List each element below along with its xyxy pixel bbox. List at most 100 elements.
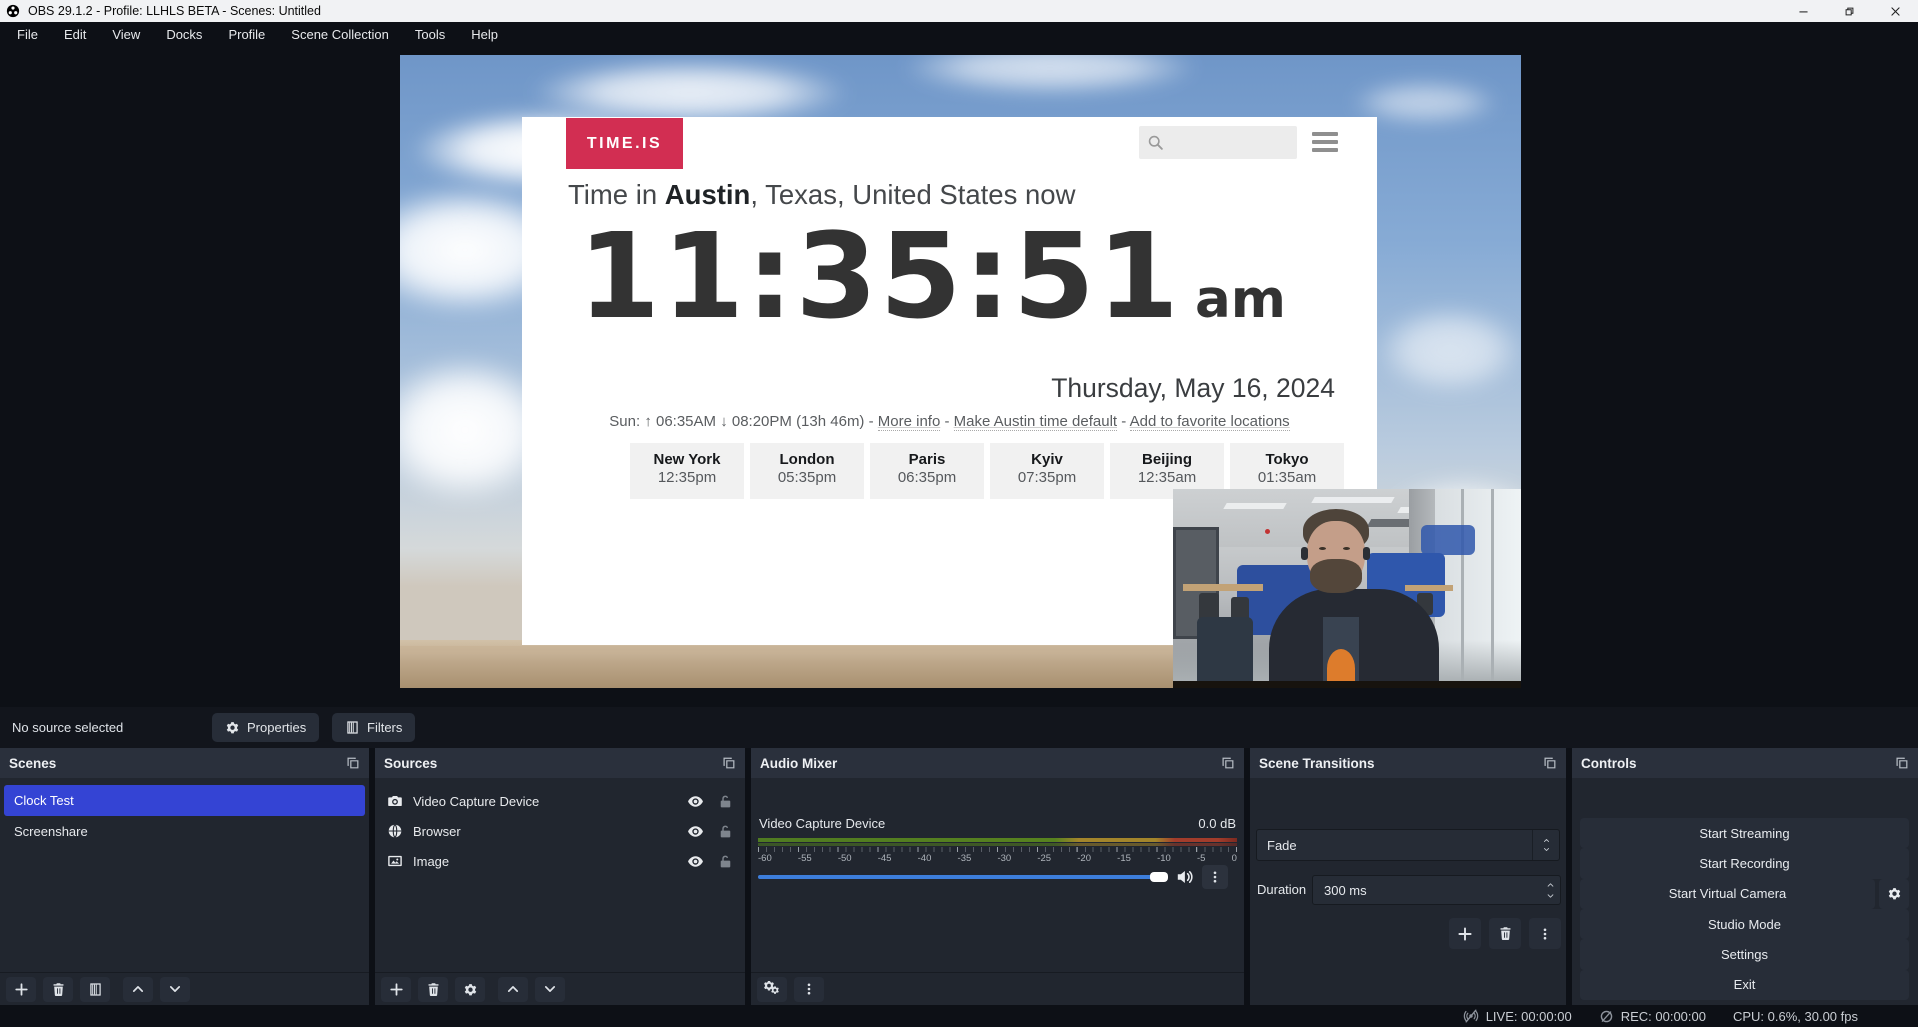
menu-item[interactable]: Docks — [153, 22, 215, 47]
source-properties-button[interactable] — [455, 977, 485, 1002]
properties-button[interactable]: Properties — [212, 713, 319, 742]
make-default-link[interactable]: Make Austin time default — [954, 413, 1117, 431]
add-transition-button[interactable] — [1449, 918, 1481, 949]
menu-item[interactable]: View — [99, 22, 153, 47]
chevron-down-icon[interactable] — [1545, 892, 1556, 900]
transition-menu-button[interactable] — [1529, 918, 1561, 949]
popout-icon[interactable] — [1221, 756, 1235, 770]
add-source-button[interactable] — [381, 977, 411, 1002]
program-preview[interactable]: TIME.IS Time in Austin, Texas, United St… — [400, 55, 1521, 688]
meter-tick-label: -55 — [798, 853, 812, 864]
source-move-down-button[interactable] — [535, 977, 565, 1002]
advanced-audio-button[interactable] — [757, 977, 787, 1002]
meridiem: am — [1195, 269, 1286, 330]
city-card[interactable]: New York 12:35pm — [630, 443, 744, 499]
restore-button[interactable] — [1826, 0, 1872, 22]
virtual-camera-config-button[interactable] — [1879, 879, 1909, 909]
speaker-icon[interactable] — [1176, 868, 1194, 886]
trash-icon — [51, 982, 66, 997]
city-card-name: New York — [630, 451, 744, 468]
cloud — [530, 60, 850, 125]
add-favorite-link[interactable]: Add to favorite locations — [1130, 413, 1290, 431]
duration-spinbox[interactable]: 300 ms — [1312, 875, 1561, 905]
earbud — [1363, 547, 1370, 560]
menu-item[interactable]: Tools — [402, 22, 458, 47]
transition-select[interactable]: Fade — [1256, 829, 1560, 861]
menu-item[interactable]: Edit — [51, 22, 99, 47]
system-stats: CPU: 0.6%, 30.00 fps — [1733, 1009, 1858, 1024]
exit-button[interactable]: Exit — [1580, 970, 1909, 1000]
city-card-time: 12:35am — [1110, 469, 1224, 486]
chevron-down-icon — [1542, 846, 1551, 853]
controls-panel: Controls Start Streaming Start Recording… — [1572, 748, 1918, 1005]
eye-icon[interactable] — [687, 853, 704, 870]
filter-icon — [345, 720, 360, 735]
minimize-button[interactable] — [1780, 0, 1826, 22]
city-card-name: Tokyo — [1230, 451, 1344, 468]
settings-button[interactable]: Settings — [1580, 939, 1909, 969]
start-recording-button[interactable]: Start Recording — [1580, 848, 1909, 878]
current-date: Thursday, May 16, 2024 — [1051, 373, 1335, 404]
menu-item[interactable]: Scene Collection — [278, 22, 402, 47]
timeis-logo[interactable]: TIME.IS — [566, 118, 683, 169]
start-virtual-camera-button[interactable]: Start Virtual Camera — [1580, 879, 1875, 909]
scene-move-up-button[interactable] — [123, 977, 153, 1002]
city-card-name: London — [750, 451, 864, 468]
hamburger-menu-icon[interactable] — [1312, 132, 1338, 152]
studio-mode-button[interactable]: Studio Mode — [1580, 909, 1909, 939]
remove-scene-button[interactable] — [43, 977, 73, 1002]
chevron-up-icon[interactable] — [1545, 881, 1556, 889]
eye-icon[interactable] — [687, 823, 704, 840]
meter-tick-label: -40 — [918, 853, 932, 864]
scene-filters-button[interactable] — [80, 977, 110, 1002]
lock-icon[interactable] — [718, 824, 733, 839]
source-row-browser[interactable]: Browser — [375, 816, 745, 846]
menu-bar: FileEditViewDocksProfileScene Collection… — [0, 22, 1918, 47]
popout-icon[interactable] — [1543, 756, 1557, 770]
popout-icon[interactable] — [722, 756, 736, 770]
trash-icon — [1498, 926, 1513, 941]
eye-icon[interactable] — [687, 793, 704, 810]
chevron-up-icon — [506, 982, 520, 996]
mixer-menu-button[interactable] — [794, 977, 824, 1002]
obs-logo-icon — [6, 4, 20, 18]
dots-vertical-icon — [1208, 870, 1222, 884]
audio-mixer-panel: Audio Mixer Video Capture Device 0.0 dB … — [751, 748, 1244, 1005]
menu-item[interactable]: File — [4, 22, 51, 47]
mixer-channel-name: Video Capture Device — [759, 816, 885, 831]
add-scene-button[interactable] — [6, 977, 36, 1002]
meter-tick-label: -10 — [1157, 853, 1171, 864]
menu-item[interactable]: Profile — [215, 22, 278, 47]
sources-panel: Sources Video Capture Device Browser Ima… — [375, 748, 745, 1005]
remove-source-button[interactable] — [418, 977, 448, 1002]
popout-icon[interactable] — [346, 756, 360, 770]
city-card[interactable]: Paris 06:35pm — [870, 443, 984, 499]
close-button[interactable] — [1872, 0, 1918, 22]
gears-icon — [764, 981, 780, 997]
search-input[interactable] — [1139, 126, 1297, 159]
scene-item-screenshare[interactable]: Screenshare — [4, 816, 365, 847]
city-card[interactable]: Kyiv 07:35pm — [990, 443, 1104, 499]
source-row-video-capture[interactable]: Video Capture Device — [375, 786, 745, 816]
popout-icon[interactable] — [1895, 756, 1909, 770]
scene-move-down-button[interactable] — [160, 977, 190, 1002]
plus-icon — [14, 982, 29, 997]
lock-icon[interactable] — [718, 794, 733, 809]
volume-slider-handle[interactable] — [1150, 872, 1168, 882]
source-row-image[interactable]: Image — [375, 846, 745, 876]
gear-icon — [225, 720, 240, 735]
volume-slider[interactable] — [758, 875, 1152, 879]
lock-icon[interactable] — [718, 854, 733, 869]
start-streaming-button[interactable]: Start Streaming — [1580, 818, 1909, 848]
more-info-link[interactable]: More info — [878, 413, 941, 431]
scene-item-clock-test[interactable]: Clock Test — [4, 785, 365, 816]
webcam-overlay[interactable] — [1173, 489, 1521, 688]
preview-canvas[interactable]: TIME.IS Time in Austin, Texas, United St… — [0, 47, 1918, 707]
city-card[interactable]: London 05:35pm — [750, 443, 864, 499]
status-bar: LIVE: 00:00:00 REC: 00:00:00 CPU: 0.6%, … — [0, 1005, 1918, 1027]
source-move-up-button[interactable] — [498, 977, 528, 1002]
filters-button[interactable]: Filters — [332, 713, 415, 742]
menu-item[interactable]: Help — [458, 22, 511, 47]
remove-transition-button[interactable] — [1489, 918, 1521, 949]
mixer-channel-menu-button[interactable] — [1202, 865, 1228, 889]
